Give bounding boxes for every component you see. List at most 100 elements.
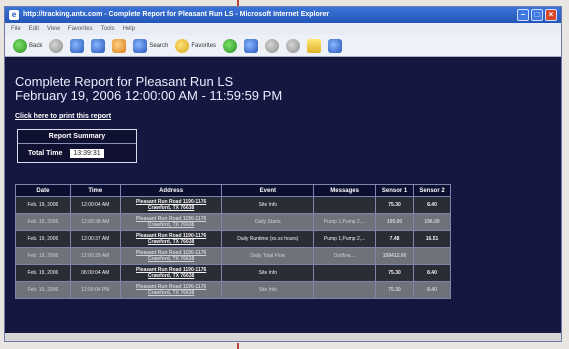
close-button[interactable]: × [545, 9, 557, 21]
history-button[interactable] [244, 38, 259, 53]
menu-help[interactable]: Help [123, 23, 135, 35]
toolbar: Back Search Favorites [5, 35, 561, 57]
cell-sensor-1: 75.30 [375, 281, 415, 299]
forward-button[interactable] [49, 38, 64, 53]
media-icon [223, 38, 238, 53]
cell-date: Feb. 19, 2006 [15, 281, 71, 299]
menu-edit[interactable]: Edit [29, 23, 39, 35]
address-line-2: Crawford, TX 76638 [147, 222, 195, 228]
cell-date: Feb. 19, 2006 [15, 247, 71, 265]
cell-sensor-1: 75.30 [375, 196, 415, 214]
search-label: Search [149, 42, 169, 49]
total-time-row: Total Time 13:39:31 [18, 144, 136, 162]
print-report-link[interactable]: Click here to print this report [15, 113, 111, 120]
report-title: Complete Report for Pleasant Run LS [15, 74, 234, 89]
home-button[interactable] [112, 38, 127, 53]
history-icon [244, 38, 259, 53]
refresh-icon [91, 38, 106, 53]
cell-event: Site Info [221, 281, 315, 299]
mail-icon [265, 38, 280, 53]
favorites-star-icon [175, 38, 190, 53]
total-time-label: Total Time [28, 149, 63, 157]
messenger-button[interactable] [328, 38, 343, 53]
mail-button[interactable] [265, 38, 280, 53]
search-button[interactable]: Search [133, 38, 169, 53]
cell-address-link[interactable]: Pleasant Run Road 1190-1176 Crawford, TX … [119, 230, 223, 248]
print-button[interactable] [286, 38, 301, 53]
cell-event: Daily Runtime (xx.xx hours) [221, 230, 315, 248]
table-row: Feb. 19, 2006 12:00:37 AM Pleasant Run R… [15, 230, 451, 248]
cell-messages: Outflow,... [313, 247, 377, 265]
cell-time: 12:00:38 AM [69, 213, 121, 231]
table-row: Feb. 19, 2006 12:00:04 AM Pleasant Run R… [15, 196, 451, 214]
address-line-2: Crawford, TX 76638 [147, 273, 195, 279]
col-time: Time [69, 184, 121, 197]
window-title: http://tracking.antx.com - Complete Repo… [23, 11, 330, 18]
col-sensor-2: Sensor 2 [413, 184, 451, 197]
menu-bar: File Edit View Favorites Tools Help [5, 23, 561, 35]
report-date-range: February 19, 2006 12:00:00 AM - 11:59:59… [15, 88, 283, 103]
refresh-button[interactable] [91, 38, 106, 53]
cell-event: Site Info [221, 196, 315, 214]
stop-icon [70, 38, 85, 53]
address-line-2: Crawford, TX 76638 [147, 205, 195, 211]
cell-address-link[interactable]: Pleasant Run Road 1190-1176 Crawford, TX … [119, 196, 223, 214]
forward-arrow-icon [49, 38, 64, 53]
report-summary-header: Report Summary [18, 130, 136, 144]
address-line-2: Crawford, TX 76638 [147, 239, 195, 245]
cell-event: Daily Total Flow [221, 247, 315, 265]
col-event: Event [221, 184, 315, 197]
total-time-value: 13:39:31 [70, 148, 104, 158]
folder-icon [307, 38, 322, 53]
cell-messages [313, 264, 377, 282]
cell-sensor-1: 195.00 [375, 213, 415, 231]
stop-button[interactable] [70, 38, 85, 53]
cell-messages: Pump 1,Pump 2,... [313, 230, 377, 248]
media-button[interactable] [223, 38, 238, 53]
report-summary-box: Report Summary Total Time 13:39:31 [17, 129, 137, 163]
col-date: Date [15, 184, 71, 197]
cell-address-link[interactable]: Pleasant Run Road 1190-1176 Crawford, TX … [119, 213, 223, 231]
internet-explorer-icon: e [9, 10, 19, 20]
printer-icon [286, 38, 301, 53]
cell-sensor-2: 8.40 [413, 281, 451, 299]
menu-tools[interactable]: Tools [101, 23, 115, 35]
report-heading: Complete Report for Pleasant Run LS Febr… [15, 75, 282, 103]
cell-address-link[interactable]: Pleasant Run Road 1190-1176 Crawford, TX … [119, 264, 223, 282]
cell-sensor-1: 75.30 [375, 264, 415, 282]
cell-messages: Pump 1,Pump 2,... [313, 213, 377, 231]
cell-address-link[interactable]: Pleasant Run Road 1190-1176 Crawford, TX … [119, 247, 223, 265]
photo-edge-bottom [237, 343, 239, 349]
maximize-button[interactable]: □ [531, 9, 543, 21]
cell-time: 12:00:04 PM [69, 281, 121, 299]
cell-date: Feb. 19, 2006 [15, 196, 71, 214]
home-icon [112, 38, 127, 53]
page-content: Complete Report for Pleasant Run LS Febr… [5, 57, 561, 341]
table-row: Feb. 19, 2006 12:00:38 AM Pleasant Run R… [15, 213, 451, 231]
cell-time: 12:00:39 AM [69, 247, 121, 265]
col-address: Address [119, 184, 223, 197]
folder-button[interactable] [307, 38, 322, 53]
col-sensor-1: Sensor 1 [375, 184, 415, 197]
favorites-button[interactable]: Favorites [175, 38, 217, 53]
cell-date: Feb. 19, 2006 [15, 213, 71, 231]
cell-sensor-2 [413, 247, 451, 265]
menu-file[interactable]: File [11, 23, 21, 35]
cell-sensor-2: 16.51 [413, 230, 451, 248]
minimize-button[interactable]: – [517, 9, 529, 21]
cell-sensor-2: 8.40 [413, 196, 451, 214]
search-icon [133, 38, 148, 53]
title-bar: e http://tracking.antx.com - Complete Re… [5, 7, 561, 23]
browser-window: e http://tracking.antx.com - Complete Re… [4, 6, 562, 342]
cell-date: Feb. 19, 2006 [15, 230, 71, 248]
back-button[interactable]: Back [13, 38, 42, 53]
cell-date: Feb. 19, 2006 [15, 264, 71, 282]
menu-favorites[interactable]: Favorites [68, 23, 93, 35]
cell-messages [313, 281, 377, 299]
cell-time: 06:00:04 AM [69, 264, 121, 282]
col-messages: Messages [313, 184, 377, 197]
cell-address-link[interactable]: Pleasant Run Road 1190-1176 Crawford, TX … [119, 281, 223, 299]
cell-sensor-1: 158412.00 [375, 247, 415, 265]
menu-view[interactable]: View [47, 23, 60, 35]
favorites-label: Favorites [191, 42, 217, 49]
